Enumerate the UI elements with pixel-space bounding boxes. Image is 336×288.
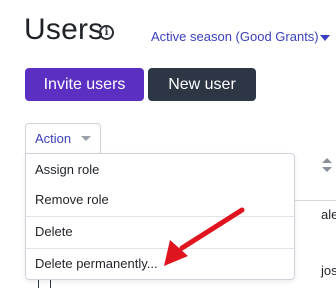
users-page: Users i Active season (Good Grants) Invi… [0,0,336,288]
action-dropdown-label: Action [35,131,72,146]
table-cell: jos [321,263,336,278]
table-divider [295,200,336,201]
chevron-down-icon[interactable] [320,35,330,41]
invite-users-button[interactable]: Invite users [25,68,144,101]
menu-item-delete-permanently[interactable]: Delete permanently... [26,249,294,279]
menu-item-remove-role[interactable]: Remove role [26,185,294,215]
menu-item-assign-role[interactable]: Assign role [26,155,294,185]
new-user-button[interactable]: New user [148,68,256,101]
menu-item-delete[interactable]: Delete [26,217,294,247]
sort-icon[interactable] [322,158,332,172]
page-title: Users [24,13,104,46]
season-selector[interactable]: Active season (Good Grants) [151,29,319,44]
table-cell: ale [321,207,336,222]
action-menu: Assign role Remove role Delete Delete pe… [25,153,295,280]
info-icon[interactable]: i [99,25,114,40]
chevron-down-icon[interactable] [81,136,91,141]
